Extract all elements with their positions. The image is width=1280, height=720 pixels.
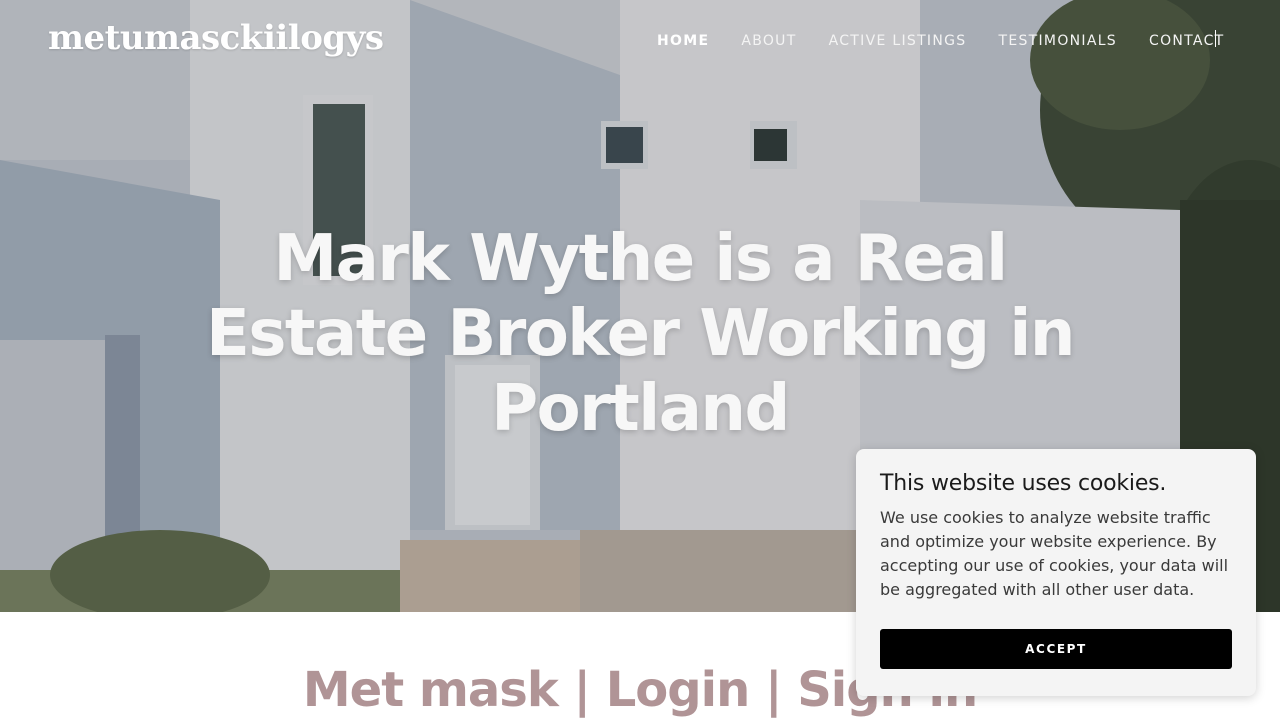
site-logo[interactable]: metumasckiilogys <box>48 18 384 58</box>
nav-active-listings[interactable]: ACTIVE LISTINGS <box>829 33 967 49</box>
accept-cookies-button[interactable]: ACCEPT <box>880 629 1232 669</box>
main-nav: HOME ABOUT ACTIVE LISTINGS TESTIMONIALS … <box>657 33 1225 49</box>
headline-line-3: Portland <box>491 372 790 446</box>
cookie-banner: This website uses cookies. We use cookie… <box>856 449 1256 696</box>
nav-divider <box>1215 30 1216 47</box>
nav-contact[interactable]: CONTACT <box>1149 33 1225 49</box>
cookie-banner-body: We use cookies to analyze website traffi… <box>880 508 1229 599</box>
headline-line-2: Estate Broker Working in <box>206 297 1075 371</box>
nav-testimonials[interactable]: TESTIMONIALS <box>998 33 1117 49</box>
headline-line-1: Mark Wythe is a Real <box>273 222 1008 296</box>
nav-home[interactable]: HOME <box>657 33 709 49</box>
cookie-banner-title: This website uses cookies. <box>880 471 1167 496</box>
hero-headline: Mark Wythe is a Real Estate Broker Worki… <box>200 222 1080 447</box>
nav-about[interactable]: ABOUT <box>741 33 796 49</box>
